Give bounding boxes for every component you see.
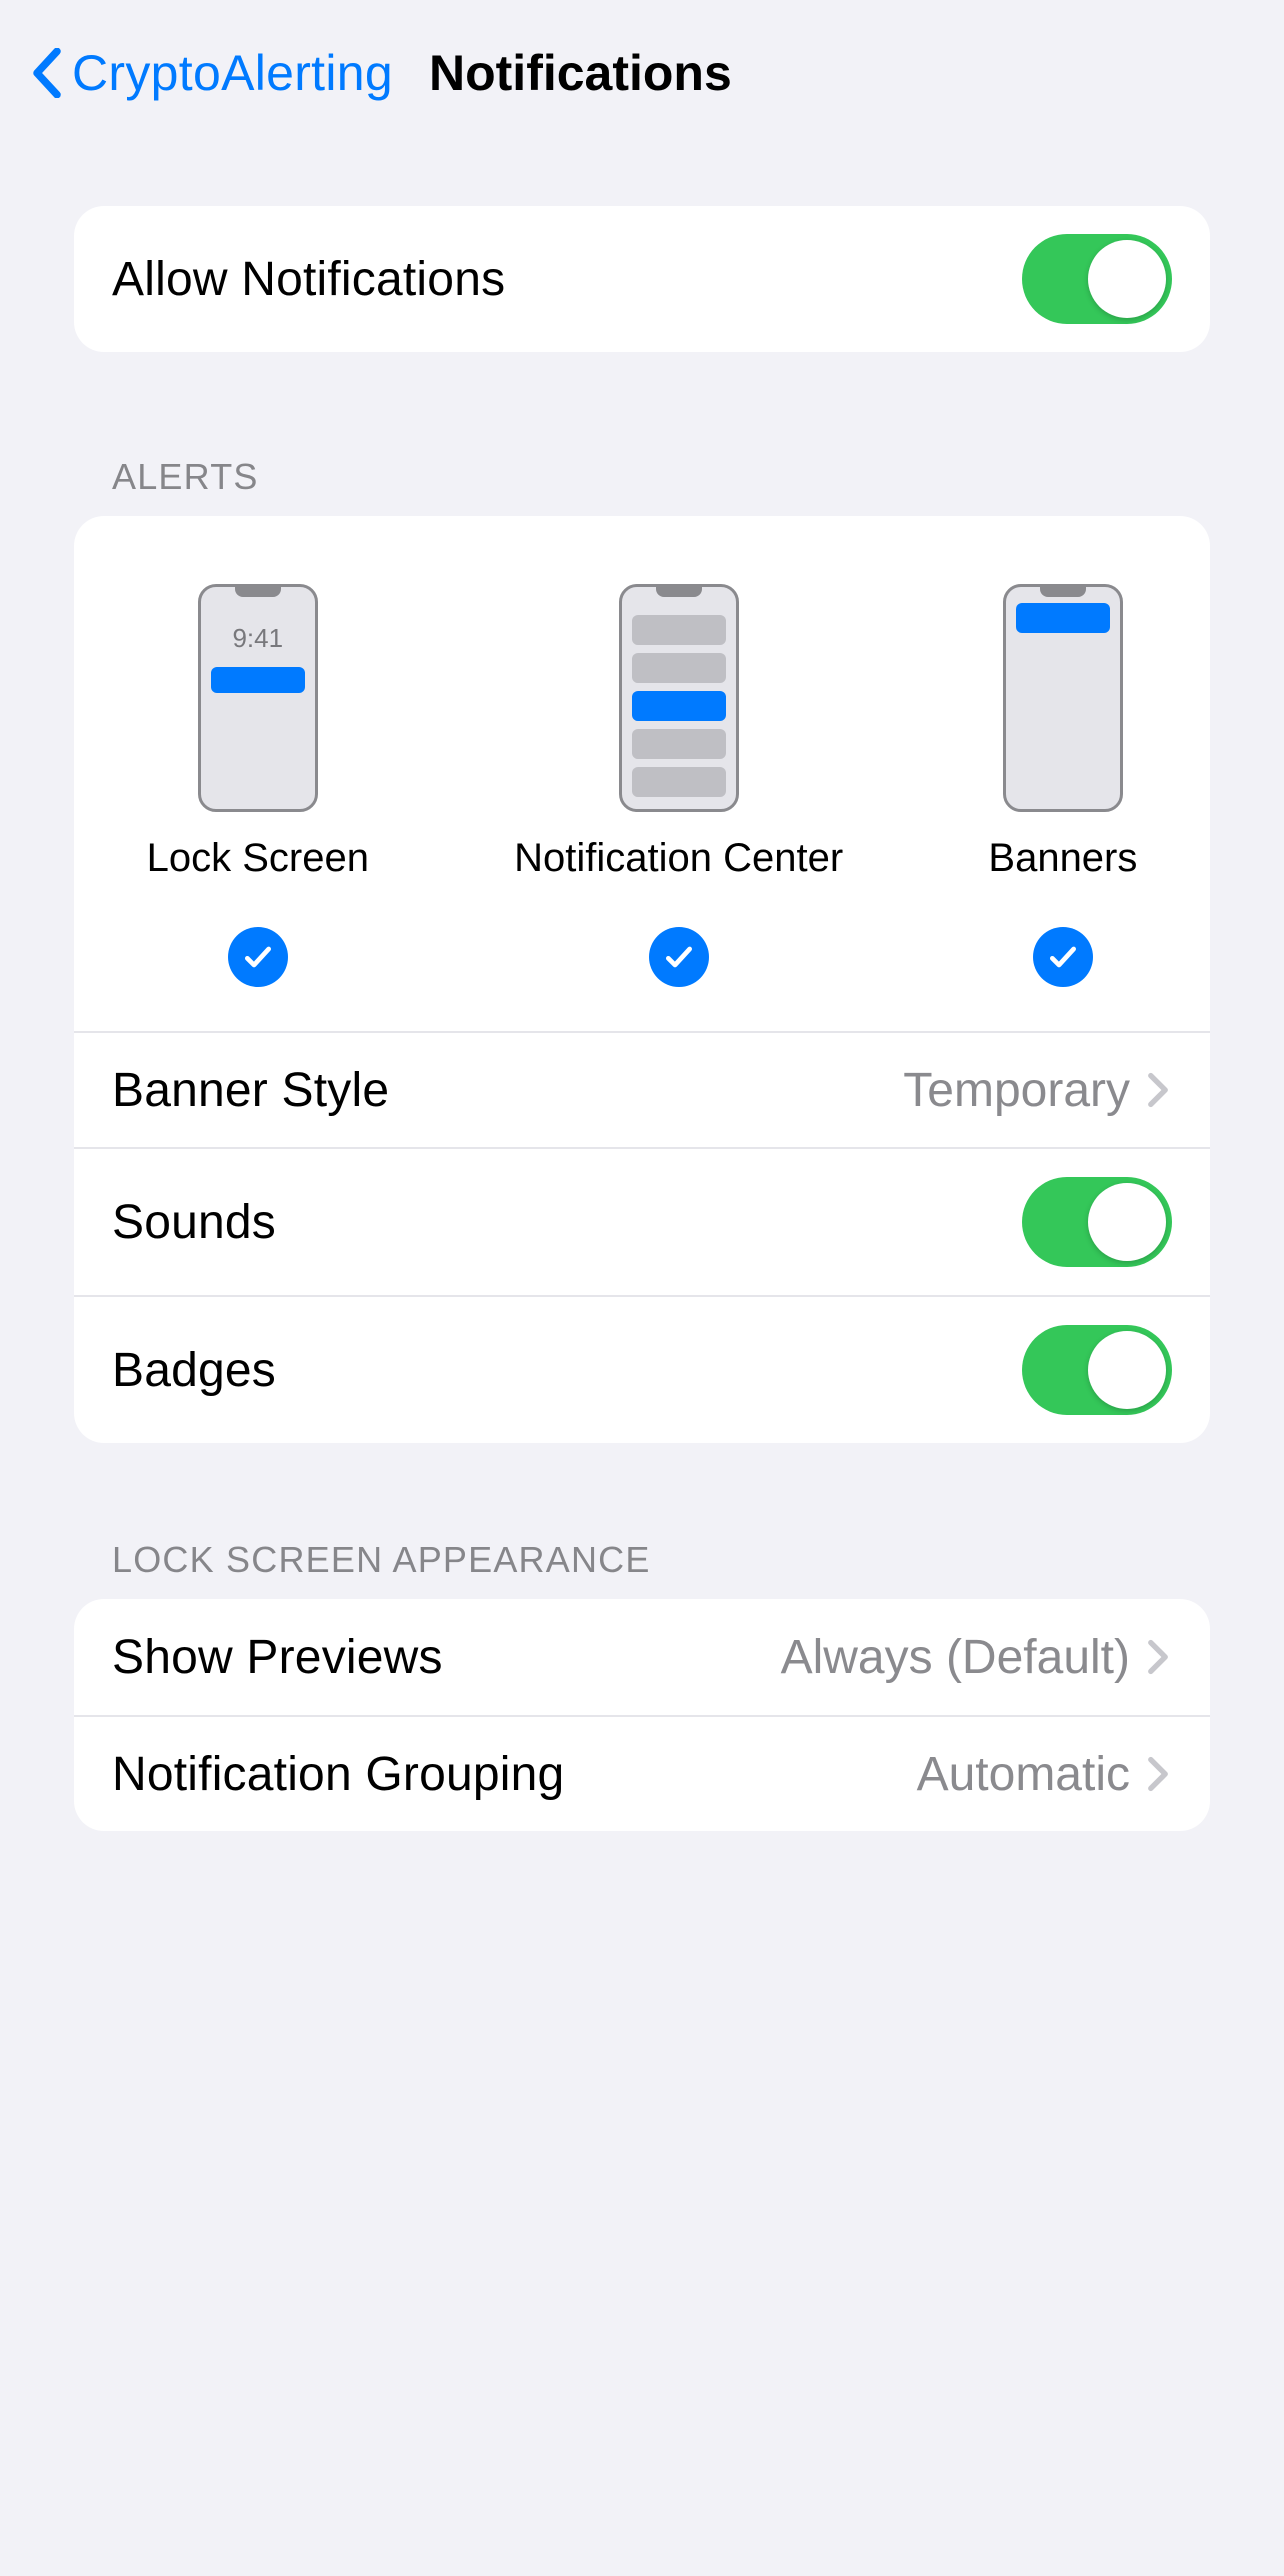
badges-label: Badges (112, 1343, 1022, 1398)
navigation-bar: CryptoAlerting Notifications (0, 0, 1284, 146)
lock-screen-checkmark-icon (228, 927, 288, 987)
sounds-toggle[interactable] (1022, 1177, 1172, 1267)
alerts-group: 9:41 Lock Screen Notification (74, 516, 1210, 1443)
notification-grouping-row[interactable]: Notification Grouping Automatic (74, 1715, 1210, 1831)
sounds-label: Sounds (112, 1195, 1022, 1250)
alerts-section-header: ALERTS (74, 456, 1210, 516)
sounds-row: Sounds (74, 1147, 1210, 1295)
badges-toggle[interactable] (1022, 1325, 1172, 1415)
notification-center-phone-icon (619, 584, 739, 812)
banners-checkmark-icon (1033, 927, 1093, 987)
allow-notifications-row: Allow Notifications (74, 206, 1210, 352)
chevron-right-icon (1144, 1752, 1172, 1796)
lock-screen-label: Lock Screen (147, 836, 369, 881)
notification-center-checkmark-icon (649, 927, 709, 987)
lock-screen-phone-icon: 9:41 (198, 584, 318, 812)
allow-notifications-toggle[interactable] (1022, 234, 1172, 324)
banner-style-label: Banner Style (112, 1063, 903, 1118)
notification-grouping-label: Notification Grouping (112, 1747, 917, 1802)
lock-screen-appearance-header: LOCK SCREEN APPEARANCE (74, 1539, 1210, 1599)
show-previews-value: Always (Default) (781, 1630, 1130, 1685)
show-previews-row[interactable]: Show Previews Always (Default) (74, 1599, 1210, 1715)
banner-style-value: Temporary (903, 1063, 1130, 1118)
badges-row: Badges (74, 1295, 1210, 1443)
banners-option[interactable]: Banners (988, 584, 1137, 987)
chevron-right-icon (1144, 1068, 1172, 1112)
alerts-preview-row: 9:41 Lock Screen Notification (74, 516, 1210, 1031)
back-chevron-icon[interactable] (26, 47, 68, 99)
lock-screen-option[interactable]: 9:41 Lock Screen (147, 584, 369, 987)
lock-screen-time: 9:41 (201, 623, 315, 654)
banners-phone-icon (1003, 584, 1123, 812)
notification-center-option[interactable]: Notification Center (514, 584, 843, 987)
banner-style-row[interactable]: Banner Style Temporary (74, 1031, 1210, 1147)
notification-center-label: Notification Center (514, 836, 843, 881)
chevron-right-icon (1144, 1635, 1172, 1679)
page-title: Notifications (429, 44, 732, 102)
allow-notifications-label: Allow Notifications (112, 252, 1022, 307)
lock-screen-appearance-group: Show Previews Always (Default) Notificat… (74, 1599, 1210, 1831)
allow-notifications-group: Allow Notifications (74, 206, 1210, 352)
banners-label: Banners (988, 836, 1137, 881)
show-previews-label: Show Previews (112, 1630, 781, 1685)
back-button-label[interactable]: CryptoAlerting (72, 44, 393, 102)
notification-grouping-value: Automatic (917, 1747, 1130, 1802)
